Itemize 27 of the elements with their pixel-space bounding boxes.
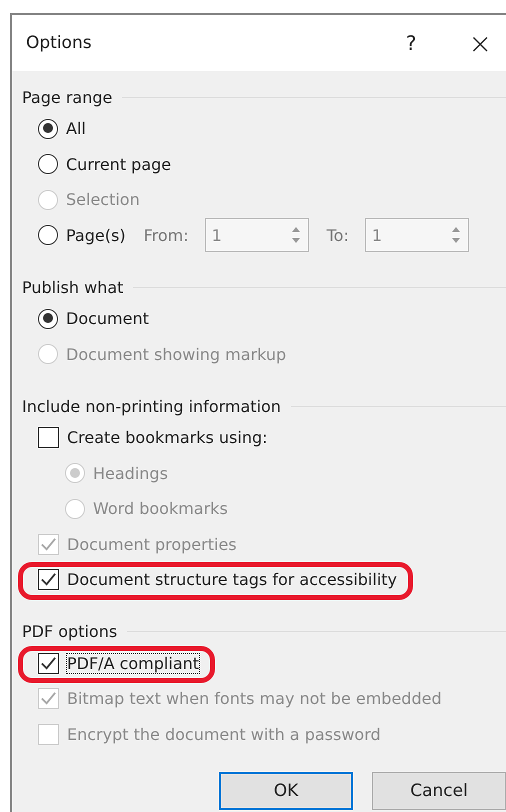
option-label[interactable]: PDF/A compliant xyxy=(67,654,200,673)
ok-button[interactable]: OK xyxy=(219,772,353,810)
checkbox[interactable] xyxy=(38,652,59,674)
group-title: Include non-printing information xyxy=(22,396,281,416)
group-title: Publish what xyxy=(22,278,124,296)
option-label[interactable]: Create bookmarks using: xyxy=(67,428,268,448)
window-title: Options xyxy=(26,33,93,53)
checkbox[interactable] xyxy=(38,569,59,590)
from-value: 1 xyxy=(210,226,223,245)
cancel-button[interactable]: Cancel xyxy=(372,772,506,810)
to-label: To: xyxy=(326,226,349,245)
radio-button[interactable] xyxy=(38,118,58,139)
radio-button[interactable] xyxy=(38,308,58,329)
option-label[interactable]: Document xyxy=(66,309,149,328)
option-label[interactable]: Current page xyxy=(66,154,172,174)
checkbox[interactable] xyxy=(38,427,59,448)
option-label[interactable]: Page(s) xyxy=(66,226,126,245)
group-title: Page range xyxy=(22,88,112,106)
help-button[interactable]: ? xyxy=(406,31,417,55)
close-button[interactable]: × xyxy=(468,26,492,60)
option-label[interactable]: All xyxy=(66,119,86,138)
option-label[interactable]: Document structure tags for accessibility xyxy=(67,570,398,590)
to-value: 1 xyxy=(370,226,384,245)
from-label: From: xyxy=(144,226,189,245)
radio-button[interactable] xyxy=(38,154,58,174)
radio-button[interactable] xyxy=(38,225,58,246)
group-title: PDF options xyxy=(22,622,118,641)
